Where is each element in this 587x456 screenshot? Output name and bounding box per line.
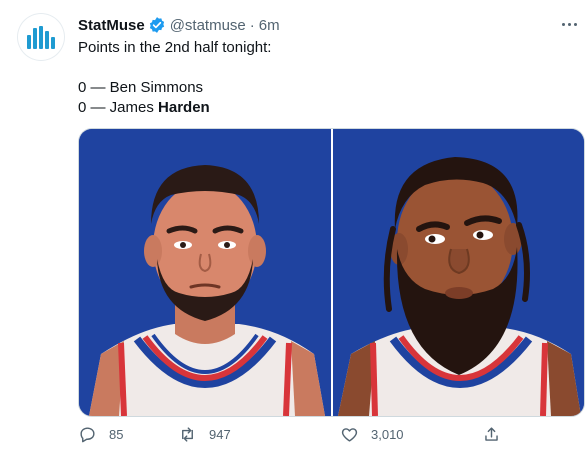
tweet-card[interactable]: StatMuse @statmuse · 6m Points in the 2n…: [0, 0, 587, 456]
author-name[interactable]: StatMuse: [78, 17, 145, 34]
tweet-actions: 85 947 3,010: [78, 425, 538, 447]
like-count: 3,010: [371, 427, 404, 442]
tweet-text-bold: Harden: [158, 99, 210, 116]
reply-count: 85: [109, 427, 124, 442]
statmuse-avatar[interactable]: [17, 13, 65, 61]
reply-button[interactable]: 85: [78, 425, 123, 444]
retweet-button[interactable]: 947: [178, 425, 231, 444]
verified-badge-icon: [148, 16, 166, 34]
tweet-header: StatMuse @statmuse · 6m: [78, 14, 567, 36]
tweet-text: Points in the 2nd half tonight: 0 — Ben …: [78, 38, 567, 118]
retweet-count: 947: [209, 427, 231, 442]
heart-icon: [341, 428, 358, 442]
reply-icon: [80, 427, 95, 443]
share-icon: [485, 427, 498, 441]
media-image-ben-simmons[interactable]: [79, 129, 331, 416]
tweet-media[interactable]: [78, 128, 585, 417]
tweet-text-line: 0 — Ben Simmons: [78, 79, 204, 96]
more-options-icon[interactable]: [559, 16, 579, 32]
retweet-icon: [182, 427, 193, 442]
tweet-text-span: 0 — James: [78, 99, 159, 116]
tweet-timestamp[interactable]: 6m: [259, 17, 280, 34]
share-button[interactable]: [482, 425, 513, 444]
author-handle[interactable]: @statmuse: [170, 17, 246, 34]
tweet-text-line: Points in the 2nd half tonight:: [78, 39, 272, 56]
media-image-james-harden[interactable]: [333, 129, 584, 416]
tweet-text-line: 0 — James Harden: [78, 98, 567, 118]
like-button[interactable]: 3,010: [340, 425, 404, 444]
statmuse-logo: [27, 26, 55, 49]
meta-separator: ·: [249, 16, 255, 34]
